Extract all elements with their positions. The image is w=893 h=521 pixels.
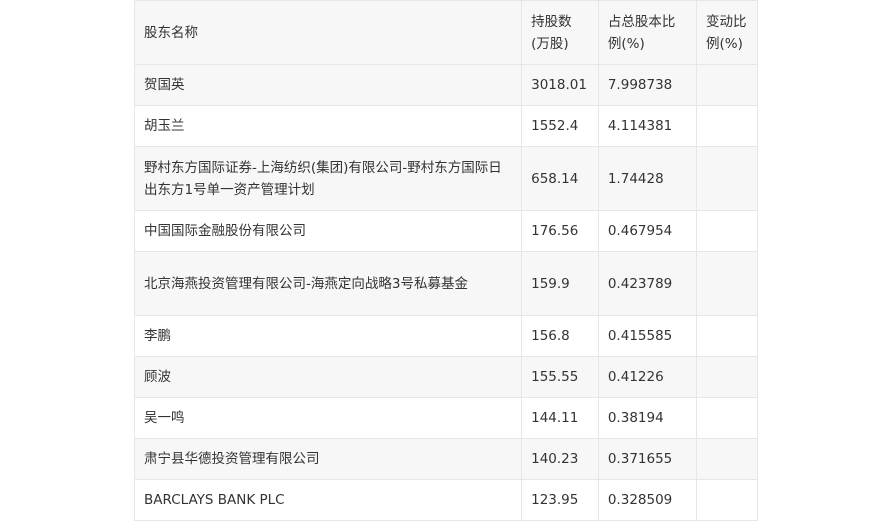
cell-change	[696, 251, 758, 316]
cell-name: 贺国英	[133, 64, 523, 106]
cell-name: BARCLAYS BANK PLC	[133, 479, 523, 521]
cell-ratio: 7.998738	[597, 64, 698, 106]
cell-shares: 658.14	[521, 146, 599, 211]
cell-ratio: 0.41226	[597, 356, 698, 398]
table-row: 胡玉兰 1552.4 4.114381	[133, 105, 758, 147]
cell-change	[696, 356, 758, 398]
cell-change	[696, 146, 758, 211]
cell-shares: 156.8	[521, 315, 599, 357]
cell-name: 吴一鸣	[133, 397, 523, 439]
table-row: 李鹏 156.8 0.415585	[133, 315, 758, 357]
cell-shares: 159.9	[521, 251, 599, 316]
cell-shares: 155.55	[521, 356, 599, 398]
cell-change	[696, 397, 758, 439]
table-row: 北京海燕投资管理有限公司-海燕定向战略3号私募基金 159.9 0.423789	[133, 251, 758, 316]
cell-name: 野村东方国际证券-上海纺织(集团)有限公司-野村东方国际日出东方1号单一资产管理…	[133, 146, 523, 211]
table-header-row: 股东名称 持股数(万股) 占总股本比例(%) 变动比例(%)	[133, 0, 758, 65]
table-row: 顾波 155.55 0.41226	[133, 356, 758, 398]
table-row: 吴一鸣 144.11 0.38194	[133, 397, 758, 439]
cell-shares: 3018.01	[521, 64, 599, 106]
cell-change	[696, 64, 758, 106]
cell-ratio: 0.38194	[597, 397, 698, 439]
header-shareholder-name: 股东名称	[133, 0, 523, 65]
cell-ratio: 0.423789	[597, 251, 698, 316]
table-row: 中国国际金融股份有限公司 176.56 0.467954	[133, 210, 758, 252]
cell-change	[696, 315, 758, 357]
table-row: 贺国英 3018.01 7.998738	[133, 64, 758, 106]
cell-shares: 144.11	[521, 397, 599, 439]
header-shares: 持股数(万股)	[521, 0, 599, 65]
cell-ratio: 0.467954	[597, 210, 698, 252]
cell-name: 李鹏	[133, 315, 523, 357]
table-row: 野村东方国际证券-上海纺织(集团)有限公司-野村东方国际日出东方1号单一资产管理…	[133, 146, 758, 211]
cell-ratio: 0.371655	[597, 438, 698, 480]
cell-shares: 1552.4	[521, 105, 599, 147]
table-row: 肃宁县华德投资管理有限公司 140.23 0.371655	[133, 438, 758, 480]
cell-shares: 123.95	[521, 479, 599, 521]
cell-change	[696, 105, 758, 147]
cell-name: 胡玉兰	[133, 105, 523, 147]
cell-change	[696, 438, 758, 480]
cell-name: 肃宁县华德投资管理有限公司	[133, 438, 523, 480]
cell-ratio: 4.114381	[597, 105, 698, 147]
shareholders-table: 股东名称 持股数(万股) 占总股本比例(%) 变动比例(%) 贺国英 3018.…	[133, 0, 758, 521]
cell-ratio: 0.415585	[597, 315, 698, 357]
cell-shares: 140.23	[521, 438, 599, 480]
header-change: 变动比例(%)	[696, 0, 758, 65]
header-ratio: 占总股本比例(%)	[597, 0, 698, 65]
cell-shares: 176.56	[521, 210, 599, 252]
cell-name: 顾波	[133, 356, 523, 398]
cell-change	[696, 210, 758, 252]
cell-name: 北京海燕投资管理有限公司-海燕定向战略3号私募基金	[133, 251, 523, 316]
cell-name: 中国国际金融股份有限公司	[133, 210, 523, 252]
table-row: BARCLAYS BANK PLC 123.95 0.328509	[133, 479, 758, 521]
cell-ratio: 1.74428	[597, 146, 698, 211]
cell-ratio: 0.328509	[597, 479, 698, 521]
cell-change	[696, 479, 758, 521]
